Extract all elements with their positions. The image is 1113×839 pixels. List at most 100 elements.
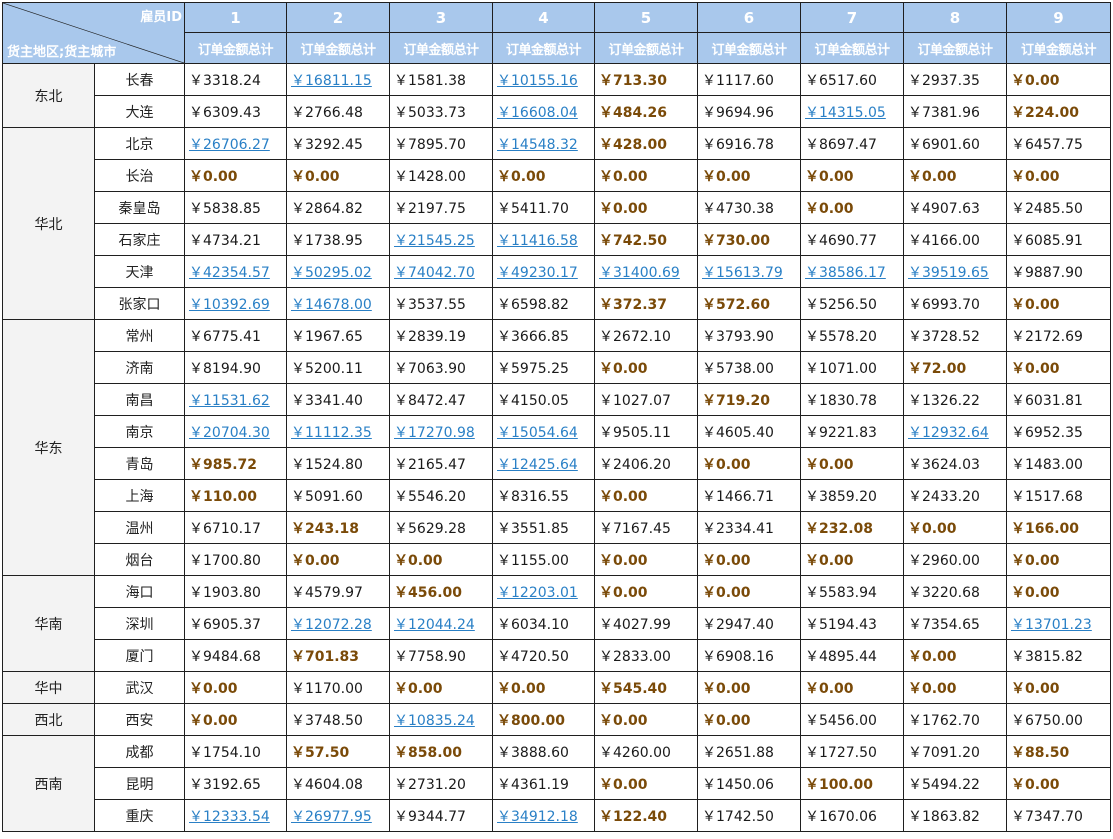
amount-cell: ￥4260.00 <box>594 735 698 768</box>
amount-link[interactable]: ￥10835.24 <box>389 703 493 736</box>
amount-cell: ￥0.00 <box>1006 159 1111 192</box>
amount-cell: ￥7758.90 <box>389 639 493 672</box>
metric-header[interactable]: 订单金额总计 <box>389 32 493 64</box>
amount-cell: ￥0.00 <box>697 543 801 576</box>
metric-header[interactable]: 订单金额总计 <box>286 32 390 64</box>
city-cell: 大连 <box>94 95 185 128</box>
table-row: 南京 ￥20704.30 ￥11112.35 ￥17270.98 ￥15054.64 ￥9… <box>3 415 1111 448</box>
amount-cell: ￥4720.50 <box>492 639 595 672</box>
amount-link[interactable]: ￥17270.98 <box>389 415 493 448</box>
amount-cell: ￥72.00 <box>903 351 1007 384</box>
amount-cell: ￥2731.20 <box>389 767 493 800</box>
metric-header[interactable]: 订单金额总计 <box>492 32 595 64</box>
employee-id-header[interactable]: 4 <box>492 2 595 33</box>
amount-cell: ￥6598.82 <box>492 287 595 320</box>
amount-cell: ￥1700.80 <box>184 543 287 576</box>
amount-cell: ￥1326.22 <box>903 383 1007 416</box>
amount-cell: ￥0.00 <box>1006 767 1111 800</box>
region-cell: 西南 <box>2 735 95 832</box>
amount-cell: ￥1450.06 <box>697 767 801 800</box>
amount-link[interactable]: ￥12932.64 <box>903 415 1007 448</box>
amount-cell: ￥2947.40 <box>697 607 801 640</box>
amount-cell: ￥1762.70 <box>903 703 1007 736</box>
amount-cell: ￥3341.40 <box>286 383 390 416</box>
employee-id-header[interactable]: 2 <box>286 2 390 33</box>
amount-cell: ￥0.00 <box>184 159 287 192</box>
amount-link[interactable]: ￥14678.00 <box>286 287 390 320</box>
employee-id-header[interactable]: 6 <box>697 2 801 33</box>
metric-header[interactable]: 订单金额总计 <box>1006 32 1111 64</box>
amount-link[interactable]: ￥15054.64 <box>492 415 595 448</box>
amount-cell: ￥9221.83 <box>800 415 904 448</box>
amount-cell: ￥9887.90 <box>1006 255 1111 288</box>
amount-link[interactable]: ￥13701.23 <box>1006 607 1111 640</box>
amount-cell: ￥1670.06 <box>800 799 904 832</box>
city-cell: 重庆 <box>94 799 185 832</box>
amount-cell: ￥0.00 <box>594 575 698 608</box>
amount-link[interactable]: ￥12333.54 <box>184 799 287 832</box>
amount-cell: ￥1967.65 <box>286 319 390 352</box>
amount-cell: ￥0.00 <box>594 543 698 576</box>
amount-cell: ￥9344.77 <box>389 799 493 832</box>
region-cell: 华东 <box>2 319 95 576</box>
amount-link[interactable]: ￥12044.24 <box>389 607 493 640</box>
table-row: 西南 成都 ￥1754.10 ￥57.50 ￥858.00 ￥3888.60 ￥4260.0… <box>2 735 1111 832</box>
region-cell: 华南 <box>2 575 95 672</box>
amount-cell: ￥7354.65 <box>903 607 1007 640</box>
pivot-table: 雇员ID 货主地区;货主城市 123456789 订单金额总计 订单金额总计 订单金… <box>2 2 1111 832</box>
employee-id-header[interactable]: 9 <box>1006 2 1111 33</box>
metric-header[interactable]: 订单金额总计 <box>800 32 904 64</box>
amount-link[interactable]: ￥12072.28 <box>286 607 390 640</box>
employee-id-header[interactable]: 3 <box>389 2 493 33</box>
amount-link[interactable]: ￥12203.01 <box>492 575 595 608</box>
amount-link[interactable]: ￥38586.17 <box>800 255 904 288</box>
employee-id-header[interactable]: 5 <box>594 2 698 33</box>
amount-cell: ￥372.37 <box>594 287 698 320</box>
employee-id-header[interactable]: 1 <box>184 2 287 33</box>
amount-cell: ￥1517.68 <box>1006 479 1111 512</box>
amount-cell: ￥0.00 <box>1006 287 1111 320</box>
amount-cell: ￥8472.47 <box>389 383 493 416</box>
amount-cell: ￥0.00 <box>184 671 287 704</box>
amount-link[interactable]: ￥39519.65 <box>903 255 1007 288</box>
amount-cell: ￥6517.60 <box>800 63 904 96</box>
amount-link[interactable]: ￥26977.95 <box>286 799 390 832</box>
amount-link[interactable]: ￥34912.18 <box>492 799 595 832</box>
employee-id-header[interactable]: 8 <box>903 2 1007 33</box>
amount-link[interactable]: ￥16811.15 <box>286 63 390 96</box>
amount-link[interactable]: ￥14548.32 <box>492 127 595 160</box>
amount-link[interactable]: ￥26706.27 <box>184 127 287 160</box>
amount-cell: ￥0.00 <box>389 671 493 704</box>
amount-link[interactable]: ￥31400.69 <box>594 255 698 288</box>
amount-link[interactable]: ￥10392.69 <box>184 287 287 320</box>
amount-link[interactable]: ￥74042.70 <box>389 255 493 288</box>
amount-cell: ￥0.00 <box>286 159 390 192</box>
city-cell: 昆明 <box>94 767 185 800</box>
metric-header[interactable]: 订单金额总计 <box>903 32 1007 64</box>
amount-link[interactable]: ￥50295.02 <box>286 255 390 288</box>
amount-cell: ￥1863.82 <box>903 799 1007 832</box>
amount-link[interactable]: ￥10155.16 <box>492 63 595 96</box>
amount-link[interactable]: ￥11531.62 <box>184 383 287 416</box>
amount-cell: ￥6457.75 <box>1006 127 1111 160</box>
amount-link[interactable]: ￥11112.35 <box>286 415 390 448</box>
amount-link[interactable]: ￥16608.04 <box>492 95 595 128</box>
employee-id-header[interactable]: 7 <box>800 2 904 33</box>
amount-cell: ￥0.00 <box>1006 351 1111 384</box>
amount-link[interactable]: ￥42354.57 <box>184 255 287 288</box>
amount-link[interactable]: ￥20704.30 <box>184 415 287 448</box>
amount-link[interactable]: ￥12425.64 <box>492 447 595 480</box>
amount-cell: ￥3537.55 <box>389 287 493 320</box>
metric-header[interactable]: 订单金额总计 <box>594 32 698 64</box>
metric-header[interactable]: 订单金额总计 <box>184 32 287 64</box>
table-row: 张家口 ￥10392.69 ￥14678.00 ￥3537.55 ￥6598.82 ￥37… <box>3 287 1111 320</box>
amount-cell: ￥243.18 <box>286 511 390 544</box>
amount-link[interactable]: ￥21545.25 <box>389 223 493 256</box>
amount-cell: ￥1754.10 <box>184 735 287 768</box>
amount-link[interactable]: ￥49230.17 <box>492 255 595 288</box>
amount-link[interactable]: ￥15613.79 <box>697 255 801 288</box>
amount-link[interactable]: ￥11416.58 <box>492 223 595 256</box>
amount-cell: ￥3666.85 <box>492 319 595 352</box>
amount-link[interactable]: ￥14315.05 <box>800 95 904 128</box>
metric-header[interactable]: 订单金额总计 <box>697 32 801 64</box>
